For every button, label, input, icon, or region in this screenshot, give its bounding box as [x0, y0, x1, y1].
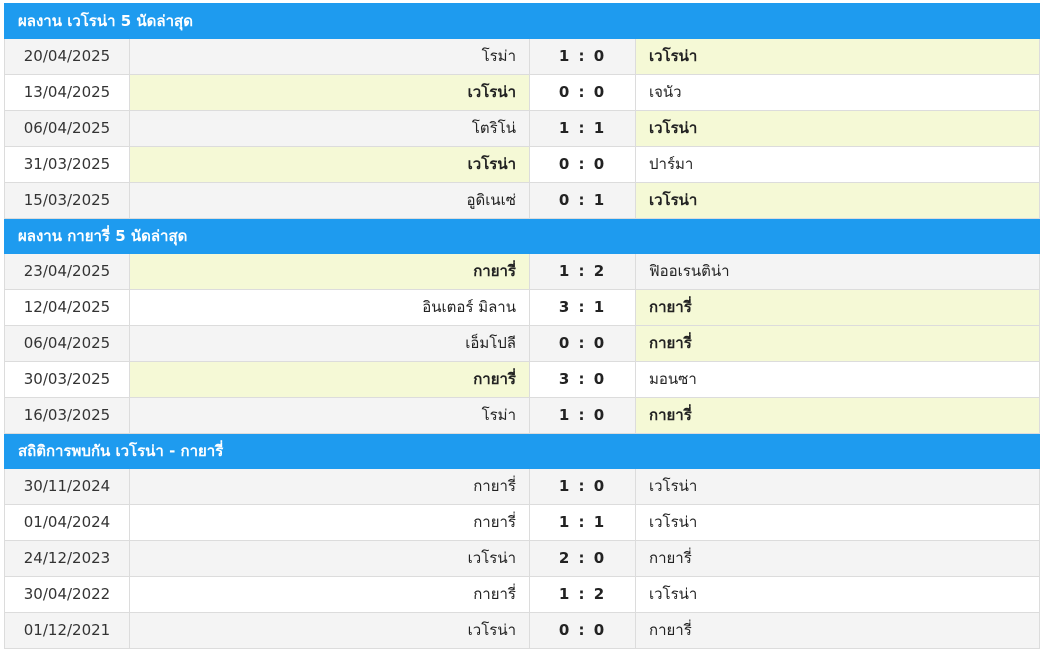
match-score: 3 : 1 [529, 289, 636, 326]
section-title: ผลงาน กายารี่ 5 นัดล่าสุด [4, 218, 1040, 254]
match-row: 06/04/2025 โตริโน่ 1 : 1 เวโรน่า [4, 110, 1040, 147]
match-date: 16/03/2025 [4, 397, 130, 434]
match-date: 12/04/2025 [4, 289, 130, 326]
match-row: 01/12/2021 เวโรน่า 0 : 0 กายารี่ [4, 612, 1040, 649]
home-team: กายารี่ [129, 504, 530, 541]
match-row: 12/04/2025 อินเตอร์ มิลาน 3 : 1 กายารี่ [4, 289, 1040, 326]
match-date: 15/03/2025 [4, 182, 130, 219]
match-date: 13/04/2025 [4, 74, 130, 111]
away-team: เวโรน่า [635, 468, 1040, 505]
home-team: กายารี่ [129, 576, 530, 613]
away-team: เวโรน่า [635, 504, 1040, 541]
match-row: 15/03/2025 อูดิเนเซ่ 0 : 1 เวโรน่า [4, 182, 1040, 219]
match-score: 1 : 0 [529, 397, 636, 434]
section-header: ผลงาน เวโรน่า 5 นัดล่าสุด [4, 3, 1040, 39]
away-team: เวโรน่า [635, 182, 1040, 219]
away-team: กายารี่ [635, 325, 1040, 362]
match-score: 1 : 2 [529, 576, 636, 613]
match-date: 31/03/2025 [4, 146, 130, 183]
match-date: 20/04/2025 [4, 38, 130, 75]
match-date: 01/12/2021 [4, 612, 130, 649]
results-panel: ผลงาน เวโรน่า 5 นัดล่าสุด 20/04/2025 โรม่า… [4, 3, 1040, 649]
results-table: ผลงาน เวโรน่า 5 นัดล่าสุด 20/04/2025 โรม่า… [4, 3, 1040, 649]
match-score: 0 : 0 [529, 74, 636, 111]
match-score: 0 : 0 [529, 146, 636, 183]
match-score: 1 : 1 [529, 504, 636, 541]
home-team: โตริโน่ [129, 110, 530, 147]
away-team: เจนัว [635, 74, 1040, 111]
match-row: 30/03/2025 กายารี่ 3 : 0 มอนซา [4, 361, 1040, 398]
away-team: กายารี่ [635, 397, 1040, 434]
match-score: 1 : 0 [529, 38, 636, 75]
home-team: กายารี่ [129, 361, 530, 398]
match-row: 31/03/2025 เวโรน่า 0 : 0 ปาร์มา [4, 146, 1040, 183]
home-team: เวโรน่า [129, 146, 530, 183]
away-team: มอนซา [635, 361, 1040, 398]
match-score: 3 : 0 [529, 361, 636, 398]
away-team: เวโรน่า [635, 110, 1040, 147]
match-score: 0 : 0 [529, 325, 636, 362]
match-row: 01/04/2024 กายารี่ 1 : 1 เวโรน่า [4, 504, 1040, 541]
match-row: 16/03/2025 โรม่า 1 : 0 กายารี่ [4, 397, 1040, 434]
match-score: 1 : 2 [529, 253, 636, 290]
home-team: เอ็มโปลี [129, 325, 530, 362]
home-team: เวโรน่า [129, 540, 530, 577]
home-team: เวโรน่า [129, 612, 530, 649]
away-team: กายารี่ [635, 540, 1040, 577]
away-team: ฟิออเรนติน่า [635, 253, 1040, 290]
away-team: กายารี่ [635, 612, 1040, 649]
match-score: 0 : 0 [529, 612, 636, 649]
match-score: 1 : 1 [529, 110, 636, 147]
home-team: กายารี่ [129, 253, 530, 290]
home-team: โรม่า [129, 38, 530, 75]
section-header: สถิติการพบกัน เวโรน่า - กายารี่ [4, 433, 1040, 469]
home-team: เวโรน่า [129, 74, 530, 111]
match-score: 0 : 1 [529, 182, 636, 219]
section-header: ผลงาน กายารี่ 5 นัดล่าสุด [4, 218, 1040, 254]
away-team: เวโรน่า [635, 38, 1040, 75]
match-row: 06/04/2025 เอ็มโปลี 0 : 0 กายารี่ [4, 325, 1040, 362]
match-date: 06/04/2025 [4, 110, 130, 147]
section-title: ผลงาน เวโรน่า 5 นัดล่าสุด [4, 3, 1040, 39]
match-row: 30/11/2024 กายารี่ 1 : 0 เวโรน่า [4, 468, 1040, 505]
home-team: กายารี่ [129, 468, 530, 505]
match-date: 30/03/2025 [4, 361, 130, 398]
away-team: ปาร์มา [635, 146, 1040, 183]
match-score: 1 : 0 [529, 468, 636, 505]
home-team: อินเตอร์ มิลาน [129, 289, 530, 326]
match-row: 24/12/2023 เวโรน่า 2 : 0 กายารี่ [4, 540, 1040, 577]
match-date: 23/04/2025 [4, 253, 130, 290]
match-row: 13/04/2025 เวโรน่า 0 : 0 เจนัว [4, 74, 1040, 111]
match-score: 2 : 0 [529, 540, 636, 577]
match-date: 24/12/2023 [4, 540, 130, 577]
home-team: อูดิเนเซ่ [129, 182, 530, 219]
match-date: 30/11/2024 [4, 468, 130, 505]
home-team: โรม่า [129, 397, 530, 434]
match-date: 06/04/2025 [4, 325, 130, 362]
results-body: ผลงาน เวโรน่า 5 นัดล่าสุด 20/04/2025 โรม่า… [4, 3, 1040, 649]
match-date: 01/04/2024 [4, 504, 130, 541]
away-team: เวโรน่า [635, 576, 1040, 613]
away-team: กายารี่ [635, 289, 1040, 326]
match-row: 20/04/2025 โรม่า 1 : 0 เวโรน่า [4, 38, 1040, 75]
match-row: 23/04/2025 กายารี่ 1 : 2 ฟิออเรนติน่า [4, 253, 1040, 290]
match-date: 30/04/2022 [4, 576, 130, 613]
match-row: 30/04/2022 กายารี่ 1 : 2 เวโรน่า [4, 576, 1040, 613]
section-title: สถิติการพบกัน เวโรน่า - กายารี่ [4, 433, 1040, 469]
